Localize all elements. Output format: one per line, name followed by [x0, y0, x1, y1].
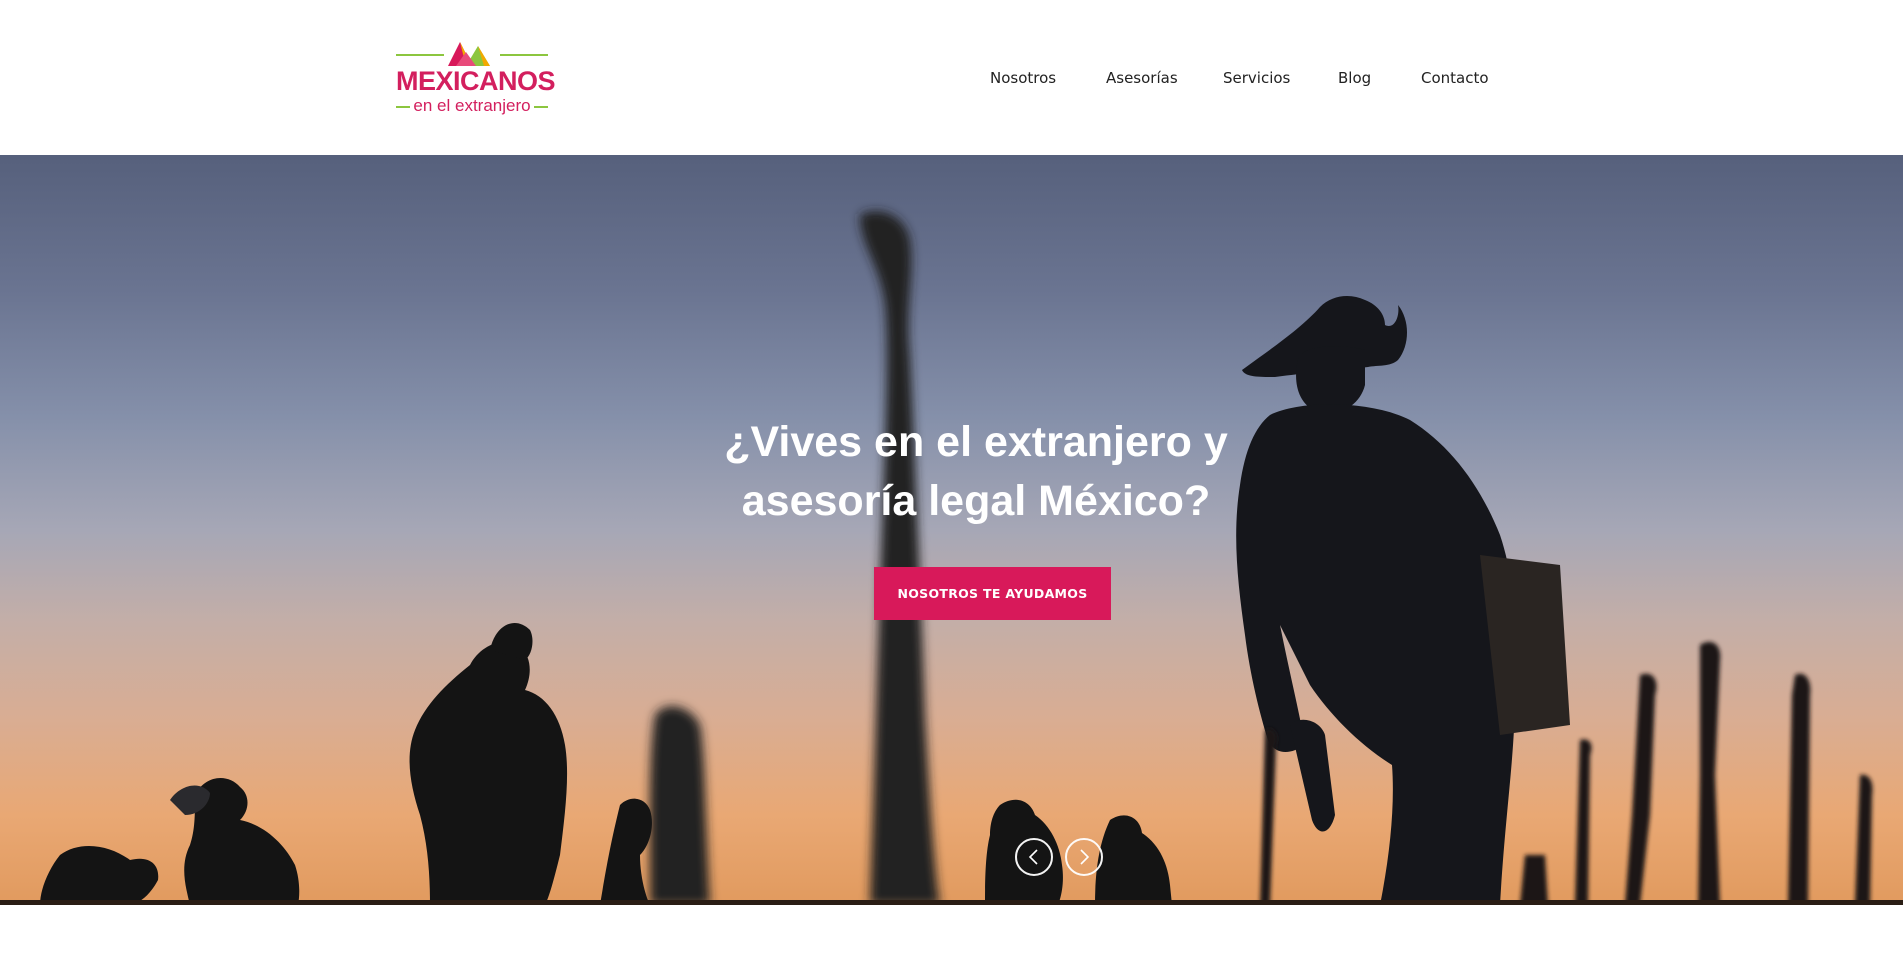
chevron-right-icon — [1080, 849, 1090, 865]
nav-item-servicios[interactable]: Servicios — [1223, 64, 1290, 92]
logo-rule-top-left — [396, 54, 444, 56]
hero-title-line-1: ¿Vives en el extranjero y — [724, 418, 1228, 466]
hero-title-line-2: asesoría legal México? — [741, 477, 1211, 525]
logo-tagline: en el extranjero — [413, 96, 531, 115]
logo-rule-right — [534, 106, 548, 108]
hero-title: ¿Vives en el extranjero y asesoría legal… — [651, 413, 1301, 531]
slider-next-button[interactable] — [1065, 838, 1103, 876]
chevron-left-icon — [1028, 849, 1038, 865]
hero-cta-button[interactable]: NOSOTROS TE AYUDAMOS — [874, 567, 1111, 620]
mountain-mark-icon — [448, 42, 490, 66]
hero-slider: ¿Vives en el extranjero y asesoría legal… — [0, 155, 1903, 905]
nav-item-blog[interactable]: Blog — [1338, 64, 1371, 92]
page: MEXICANOS en el extranjero Nosotros Ases… — [0, 0, 1903, 966]
site-header: MEXICANOS en el extranjero Nosotros Ases… — [0, 0, 1903, 155]
nav-item-asesorias[interactable]: Asesorías — [1106, 64, 1178, 92]
nav-item-contacto[interactable]: Contacto — [1421, 64, 1489, 92]
site-logo[interactable]: MEXICANOS en el extranjero — [396, 36, 556, 120]
logo-rule-top-right — [500, 54, 548, 56]
slider-prev-button[interactable] — [1015, 838, 1053, 876]
nav-item-nosotros[interactable]: Nosotros — [990, 64, 1056, 92]
logo-tagline-row: en el extranjero — [396, 94, 548, 118]
logo-wordmark: MEXICANOS — [396, 66, 556, 96]
